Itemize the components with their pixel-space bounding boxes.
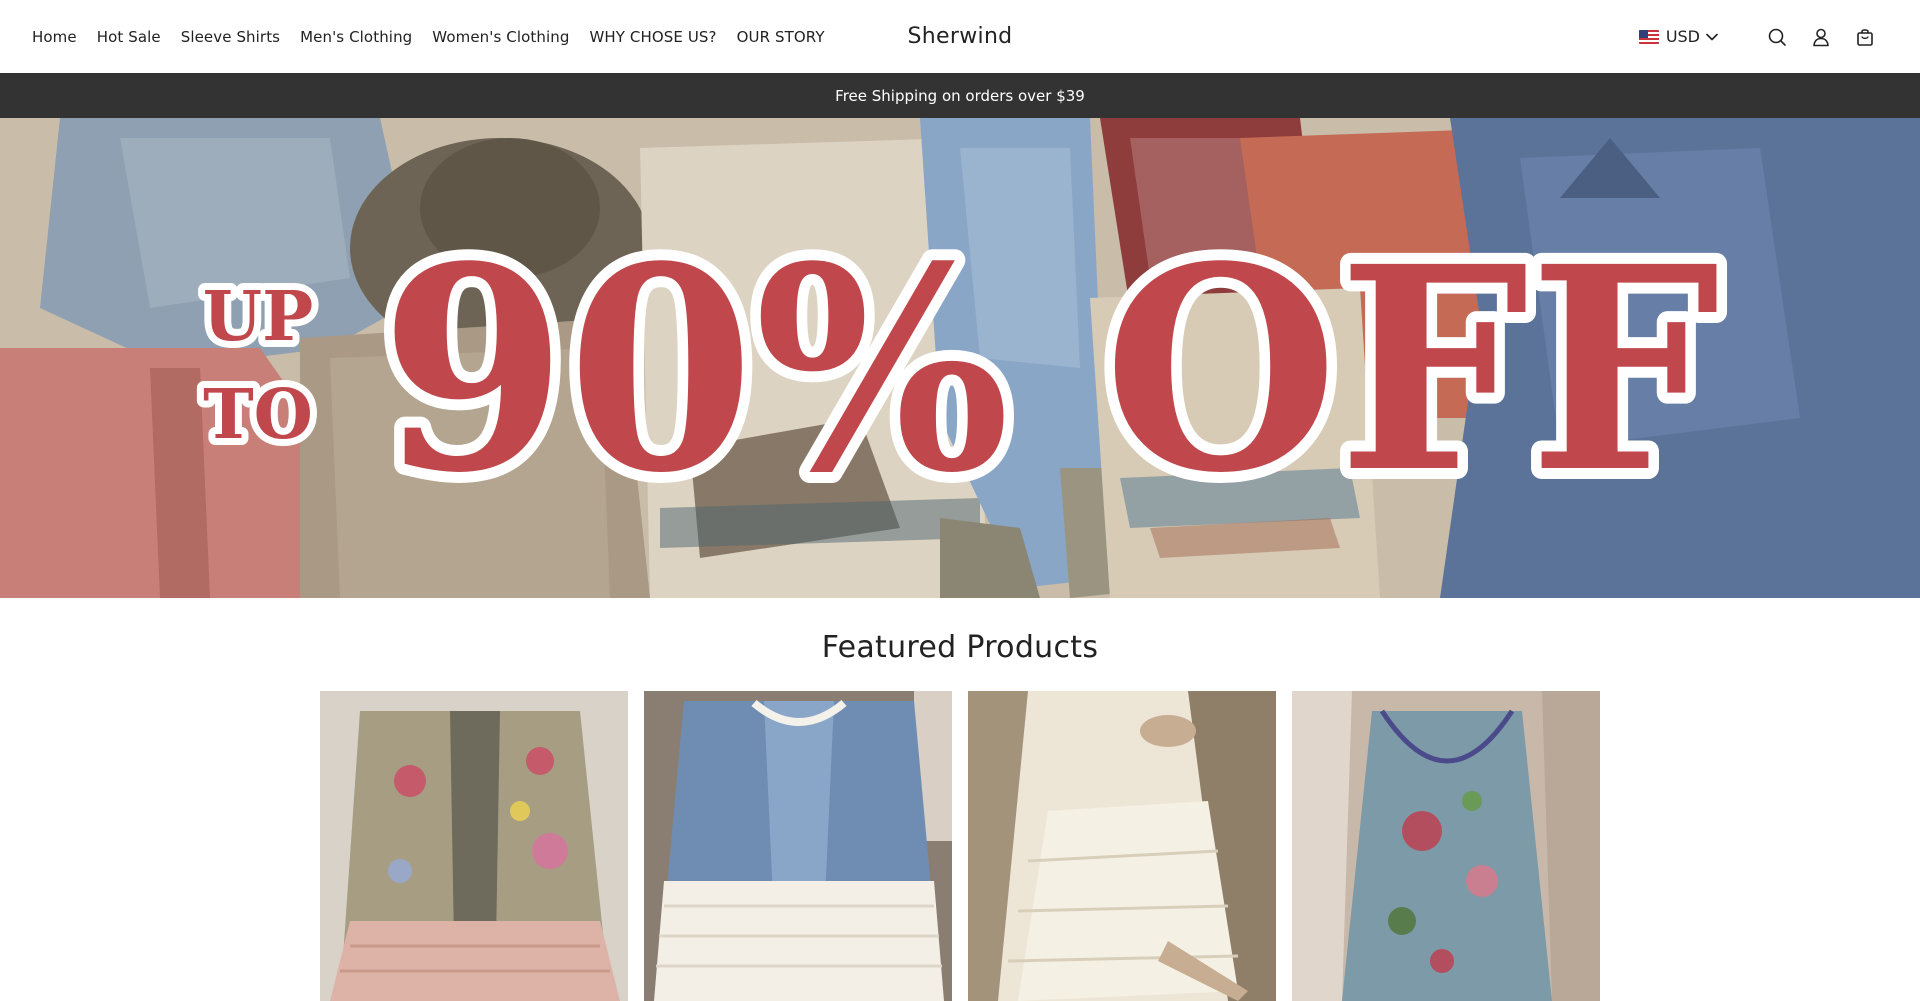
- nav-hot-sale[interactable]: Hot Sale: [97, 28, 161, 46]
- main-nav: Home Hot Sale Sleeve Shirts Men's Clothi…: [32, 0, 845, 73]
- cart-icon: [1857, 28, 1873, 46]
- currency-label: USD: [1665, 27, 1700, 46]
- product-image: [320, 691, 628, 1001]
- nav-sleeve-shirts[interactable]: Sleeve Shirts: [181, 28, 280, 46]
- search-button[interactable]: [1766, 26, 1788, 48]
- cart-button[interactable]: [1854, 26, 1876, 48]
- search-icon: [1768, 28, 1786, 46]
- account-button[interactable]: [1810, 26, 1832, 48]
- featured-products-title: Featured Products: [821, 630, 1099, 665]
- site-header: Home Hot Sale Sleeve Shirts Men's Clothi…: [0, 0, 1920, 73]
- nav-mens-clothing[interactable]: Men's Clothing: [300, 28, 412, 46]
- nav-womens-clothing[interactable]: Women's Clothing: [432, 28, 569, 46]
- product-image: [1292, 691, 1600, 1001]
- nav-why-chose-us[interactable]: WHY CHOSE US?: [589, 28, 716, 46]
- account-icon: [1813, 28, 1829, 46]
- product-image: [968, 691, 1276, 1001]
- product-card[interactable]: [1292, 691, 1600, 1001]
- product-image: [644, 691, 952, 1001]
- nav-home[interactable]: Home: [32, 28, 77, 46]
- hero-to-text: TO: [203, 375, 313, 455]
- hero-up-text: UP: [203, 277, 313, 357]
- hero-big-text: 90% OFF: [380, 206, 1720, 535]
- us-flag-icon: [1638, 29, 1659, 44]
- chevron-down-icon: [1706, 33, 1718, 40]
- product-card[interactable]: [968, 691, 1276, 1001]
- product-card[interactable]: [320, 691, 628, 1001]
- header-tools: USD: [1638, 0, 1876, 73]
- hero-headline: UP UP TO TO 90% OFF 90% OFF: [196, 195, 1731, 546]
- product-card[interactable]: [644, 691, 952, 1001]
- nav-our-story[interactable]: OUR STORY: [737, 28, 825, 46]
- brand-logo[interactable]: Sherwind: [908, 24, 1013, 49]
- currency-selector[interactable]: USD: [1638, 27, 1718, 46]
- hero-banner[interactable]: UP UP TO TO 90% OFF 90% OFF: [0, 118, 1920, 598]
- product-grid: [320, 691, 1600, 1001]
- announcement-bar: Free Shipping on orders over $39: [0, 73, 1920, 118]
- announcement-text: Free Shipping on orders over $39: [835, 86, 1085, 105]
